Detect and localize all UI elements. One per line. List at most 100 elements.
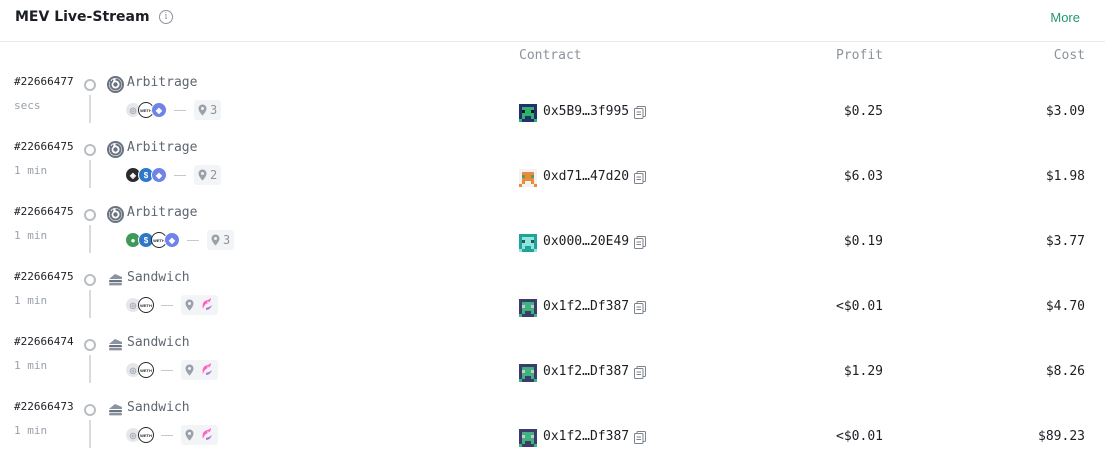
timestamp: 1 min	[14, 229, 48, 242]
contract-avatar	[519, 299, 537, 317]
contract-address[interactable]: 0x1f2…Df387	[543, 364, 629, 379]
column-header-profit: Profit	[836, 48, 883, 63]
mev-type-label: Sandwich	[127, 270, 190, 285]
cost-value: $4.70	[1045, 299, 1085, 314]
block-number[interactable]: #22666475	[14, 140, 74, 153]
pool-count-badge	[181, 295, 218, 315]
contract-address[interactable]: 0xd71…47d20	[543, 169, 629, 184]
copy-icon[interactable]	[634, 366, 646, 379]
more-link[interactable]: More	[1050, 10, 1080, 25]
contract-avatar	[519, 234, 537, 252]
cost-value: $89.23	[1038, 429, 1085, 444]
profit-value: $0.19	[843, 234, 883, 249]
swap-route[interactable]: ◎ WETH	[125, 425, 218, 445]
block-number[interactable]: #22666474	[14, 335, 74, 348]
timeline-dot	[84, 144, 96, 156]
pool-count-badge: 3	[194, 100, 222, 120]
route-divider	[161, 434, 173, 436]
swap-route[interactable]: ◎ WETH ◆ 3	[125, 100, 222, 120]
swap-route[interactable]: ◈ $ ◆ 2	[125, 165, 222, 185]
cost-value: $3.77	[1045, 234, 1085, 249]
mev-type-label: Arbitrage	[127, 205, 198, 220]
copy-icon[interactable]	[634, 301, 646, 314]
route-divider	[174, 109, 186, 111]
timeline-line	[89, 95, 91, 123]
timestamp: secs	[14, 99, 41, 112]
mev-type-label: Arbitrage	[127, 75, 198, 90]
timeline-dot	[84, 209, 96, 221]
route-divider	[161, 304, 173, 306]
pool-count: 3	[223, 233, 231, 247]
cost-value: $1.98	[1045, 169, 1085, 184]
timestamp: 1 min	[14, 164, 48, 177]
profit-value: <$0.01	[836, 299, 883, 314]
mev-type-label: Sandwich	[127, 400, 190, 415]
contract-avatar	[519, 104, 537, 122]
copy-icon[interactable]	[634, 431, 646, 444]
timeline-line	[89, 420, 91, 448]
route-divider	[161, 369, 173, 371]
arbitrage-icon	[107, 141, 124, 158]
pool-count-badge	[181, 360, 218, 380]
block-number[interactable]: #22666475	[14, 270, 74, 283]
cost-value: $8.26	[1045, 364, 1085, 379]
block-number[interactable]: #22666477	[14, 75, 74, 88]
block-number[interactable]: #22666475	[14, 205, 74, 218]
list-item: #22666475 1 min Sandwich ◎ WETH 0x1f2…Df387 <$…	[0, 270, 1105, 335]
list-item: #22666474 1 min Sandwich ◎ WETH 0x1f2…Df387 $1…	[0, 335, 1105, 400]
mev-type-label: Sandwich	[127, 335, 190, 350]
list-item: #22666473 1 min Sandwich ◎ WETH 0x1f2…Df387 <$…	[0, 400, 1105, 462]
profit-value: $6.03	[843, 169, 883, 184]
profit-value: <$0.01	[836, 429, 883, 444]
copy-icon[interactable]	[634, 236, 646, 249]
timeline-dot	[84, 404, 96, 416]
pool-count-badge	[181, 425, 218, 445]
contract-address[interactable]: 0x000…20E49	[543, 234, 629, 249]
sandwich-icon	[107, 401, 124, 418]
arbitrage-icon	[107, 206, 124, 223]
profit-value: $1.29	[843, 364, 883, 379]
column-header-cost: Cost	[1053, 48, 1085, 63]
pool-count: 2	[210, 168, 218, 182]
timeline-line	[89, 355, 91, 383]
route-divider	[174, 174, 186, 176]
block-number[interactable]: #22666473	[14, 400, 74, 413]
timestamp: 1 min	[14, 424, 48, 437]
timeline-dot	[84, 79, 96, 91]
sandwich-icon	[107, 271, 124, 288]
contract-address[interactable]: 0x1f2…Df387	[543, 429, 629, 444]
swap-route[interactable]: ◎ WETH	[125, 295, 218, 315]
profit-value: $0.25	[843, 104, 883, 119]
timeline-dot	[84, 339, 96, 351]
arbitrage-icon	[107, 76, 124, 93]
contract-address[interactable]: 0x5B9…3f995	[543, 104, 629, 119]
contract-avatar	[519, 364, 537, 382]
contract-avatar	[519, 429, 537, 447]
timestamp: 1 min	[14, 294, 48, 307]
timeline-line	[89, 290, 91, 318]
swap-route[interactable]: ◎ WETH	[125, 360, 218, 380]
uniswap-icon	[197, 297, 214, 314]
weth-token-icon: WETH	[138, 427, 154, 443]
card-header: MEV Live-Stream i More	[0, 0, 1105, 42]
info-icon[interactable]: i	[159, 10, 173, 24]
copy-icon[interactable]	[634, 171, 646, 184]
mev-type-label: Arbitrage	[127, 140, 198, 155]
list-item: #22666477 secs Arbitrage ◎ WETH ◆ 3 0x5B9…3f995…	[0, 75, 1105, 140]
swap-route[interactable]: ● $ WETH ◆ 3	[125, 230, 235, 250]
timestamp: 1 min	[14, 359, 48, 372]
timeline-line	[89, 160, 91, 188]
timeline-dot	[84, 274, 96, 286]
weth-token-icon: WETH	[138, 362, 154, 378]
pool-count-badge: 2	[194, 165, 222, 185]
column-header-contract: Contract	[519, 48, 582, 63]
eth-token-icon: ◆	[164, 232, 180, 248]
eth-token-icon: ◆	[151, 167, 167, 183]
contract-address[interactable]: 0x1f2…Df387	[543, 299, 629, 314]
sandwich-icon	[107, 336, 124, 353]
cost-value: $3.09	[1045, 104, 1085, 119]
eth-token-icon: ◆	[151, 102, 167, 118]
timeline-line	[89, 225, 91, 253]
copy-icon[interactable]	[634, 106, 646, 119]
list-item: #22666475 1 min Arbitrage ● $ WETH ◆ 3 0x000…20E…	[0, 205, 1105, 270]
